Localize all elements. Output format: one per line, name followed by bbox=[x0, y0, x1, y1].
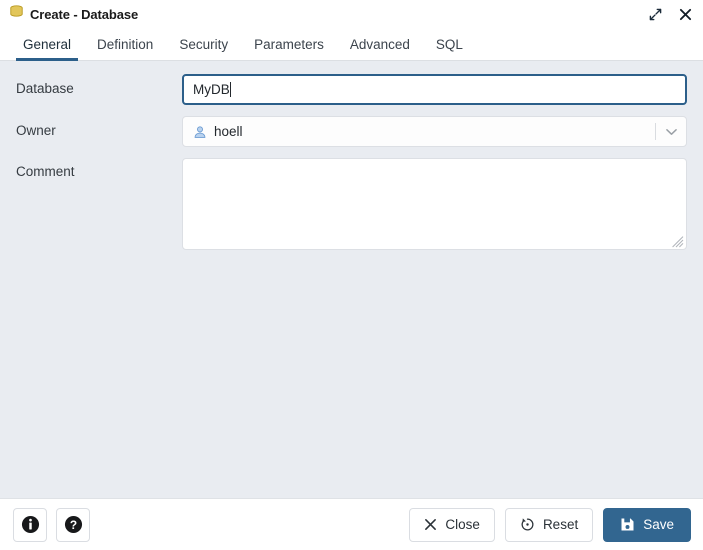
info-icon bbox=[21, 515, 40, 534]
close-button[interactable]: Close bbox=[409, 507, 495, 542]
close-button-label: Close bbox=[445, 516, 480, 532]
svg-text:?: ? bbox=[69, 518, 76, 532]
tab-general-label: General bbox=[23, 36, 72, 52]
titlebar-left: Create - Database bbox=[9, 4, 138, 24]
owner-select-wrapper: hoell bbox=[182, 116, 693, 147]
dialog-titlebar: Create - Database bbox=[0, 0, 703, 28]
spellcheck-underline bbox=[193, 97, 230, 101]
owner-select-controls bbox=[655, 117, 686, 146]
database-value-wrap: MyDB bbox=[193, 81, 230, 99]
tab-advanced[interactable]: Advanced bbox=[337, 28, 423, 60]
save-button-label: Save bbox=[643, 516, 674, 532]
comment-field-row: Comment bbox=[16, 158, 693, 250]
comment-textarea[interactable] bbox=[182, 158, 687, 250]
tab-advanced-label: Advanced bbox=[349, 36, 410, 52]
tab-parameters[interactable]: Parameters bbox=[241, 28, 337, 60]
database-input-value: MyDB bbox=[193, 81, 230, 97]
expand-icon[interactable] bbox=[647, 6, 663, 22]
save-button[interactable]: Save bbox=[603, 507, 691, 542]
general-tab-panel: Database MyDB Owner hoell Comment bbox=[0, 61, 703, 498]
resize-handle-icon[interactable] bbox=[672, 235, 684, 248]
owner-value-text: hoell bbox=[214, 124, 243, 139]
database-input[interactable]: MyDB bbox=[182, 74, 687, 105]
tab-sql[interactable]: SQL bbox=[423, 28, 476, 60]
tab-sql-label: SQL bbox=[435, 36, 463, 52]
help-icon: ? bbox=[64, 515, 83, 534]
close-x-icon bbox=[424, 518, 437, 531]
database-icon bbox=[9, 4, 24, 24]
save-floppy-icon bbox=[620, 517, 635, 532]
footer-right-actions: Close Reset Save bbox=[409, 507, 691, 542]
reset-button-label: Reset bbox=[542, 516, 579, 532]
help-button[interactable]: ? bbox=[56, 507, 90, 542]
titlebar-controls bbox=[647, 6, 693, 22]
database-field-row: Database MyDB bbox=[16, 74, 693, 105]
close-icon[interactable] bbox=[677, 6, 693, 22]
footer-left-actions: ? bbox=[13, 507, 90, 542]
tab-general[interactable]: General bbox=[10, 28, 84, 61]
tab-bar: General Definition Security Parameters A… bbox=[0, 28, 703, 61]
database-label: Database bbox=[16, 81, 74, 96]
tab-definition[interactable]: Definition bbox=[84, 28, 166, 60]
create-database-dialog: F Create - Database bbox=[0, 0, 703, 550]
database-input-wrapper: MyDB bbox=[182, 74, 693, 105]
owner-selected-value: hoell bbox=[193, 124, 243, 139]
chevron-down-icon[interactable] bbox=[656, 128, 686, 136]
owner-select[interactable]: hoell bbox=[182, 116, 687, 147]
reset-icon bbox=[520, 517, 535, 532]
reset-button[interactable]: Reset bbox=[504, 507, 594, 542]
tab-definition-label: Definition bbox=[97, 36, 154, 52]
comment-textarea-wrapper bbox=[182, 158, 693, 250]
user-icon bbox=[193, 125, 207, 139]
tab-security[interactable]: Security bbox=[166, 28, 241, 60]
dialog-title: Create - Database bbox=[30, 6, 139, 22]
comment-label: Comment bbox=[16, 164, 75, 179]
owner-label: Owner bbox=[16, 123, 56, 138]
tab-security-label: Security bbox=[179, 36, 229, 52]
tab-parameters-label: Parameters bbox=[254, 36, 324, 52]
owner-field-row: Owner hoell bbox=[16, 116, 693, 147]
info-button[interactable] bbox=[13, 507, 47, 542]
dialog-footer: ? Close Reset Save bbox=[0, 498, 703, 550]
